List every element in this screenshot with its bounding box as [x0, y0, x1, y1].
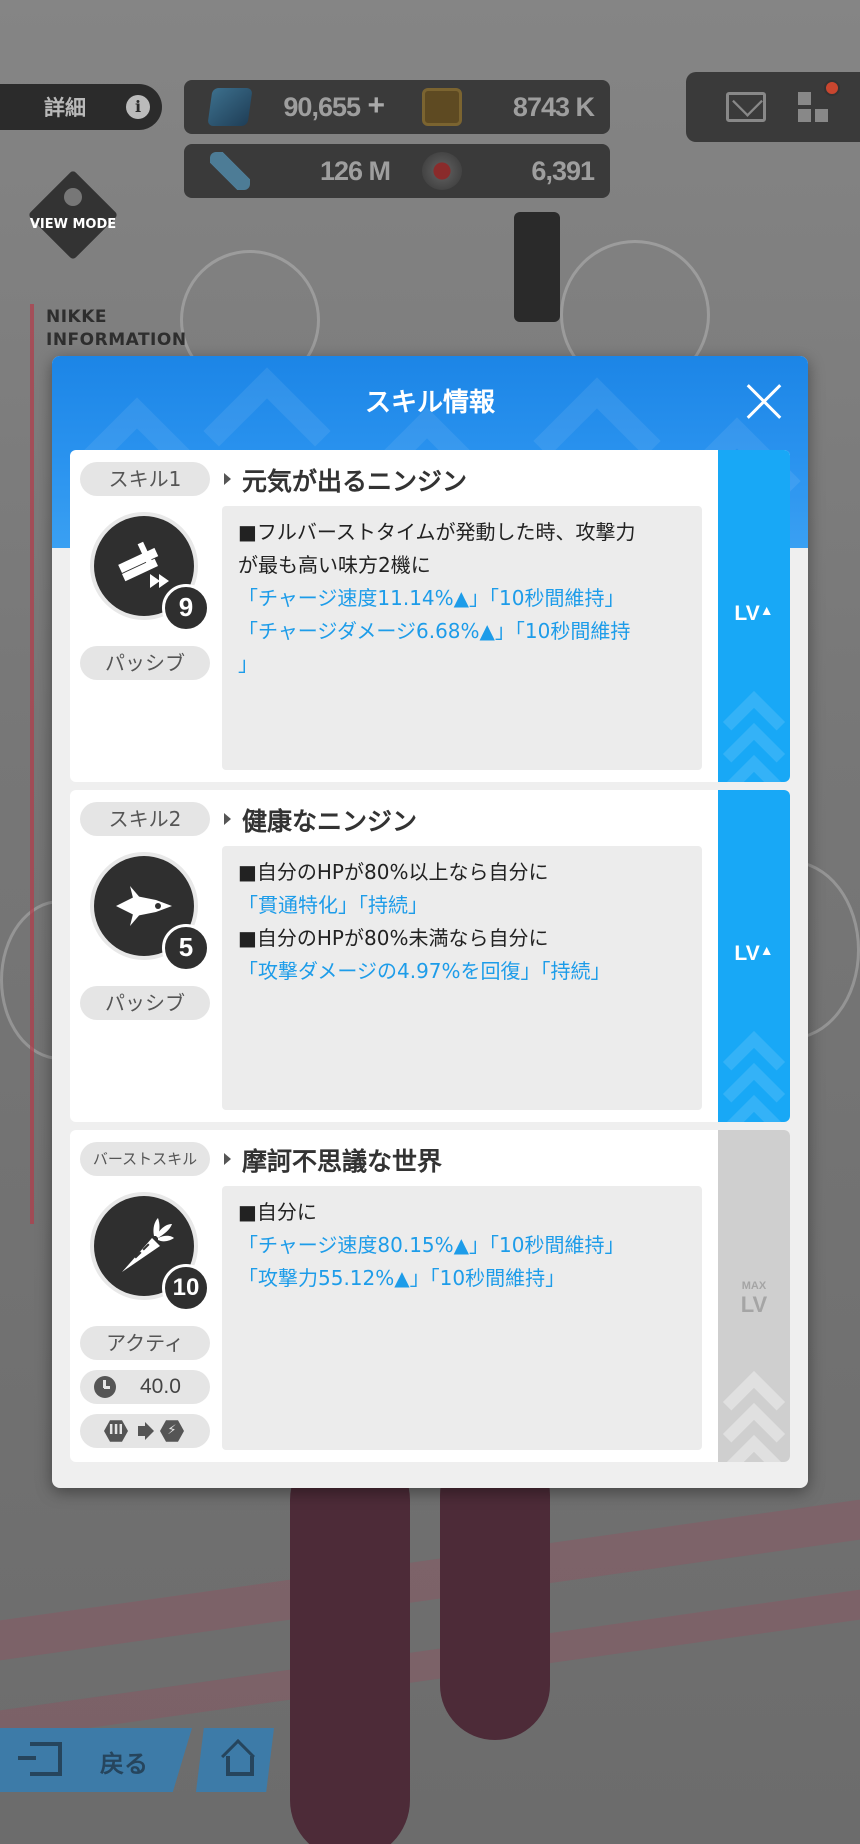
battle-data-icon: [210, 152, 250, 190]
cooldown-pill: 40.0: [80, 1370, 210, 1404]
skill-description: ■フルバーストタイムが発動した時、攻撃力 が最も高い味方2機に 「チャージ速度1…: [222, 506, 702, 770]
home-button[interactable]: [196, 1728, 274, 1792]
skill-icon-frame: 10: [90, 1192, 210, 1312]
resource-bar-bottom: 126 M 6,391: [184, 144, 610, 198]
skill-level-badge: 5: [162, 924, 210, 972]
desc-line-highlight: 「攻撃ダメージの4.97%を回復」「持続」: [238, 959, 611, 983]
desc-line: ■フルバーストタイムが発動した時、攻撃力: [238, 520, 636, 544]
skill-card-1: スキル1 元気が出るニンジン 9 パッシブ ■フルバーストタイムが発動した時、攻…: [70, 450, 790, 782]
modal-title: スキル情報: [364, 388, 495, 418]
detail-label: 詳細: [44, 96, 86, 120]
view-mode-label: VIEW MODE: [29, 217, 117, 232]
skill-tag: バーストスキル: [80, 1142, 210, 1176]
view-mode-button[interactable]: VIEW MODE: [27, 169, 119, 261]
skill-level-badge: 9: [162, 584, 210, 632]
desc-line-highlight: 「チャージ速度80.15%▲」「10秒間維持」: [238, 1233, 625, 1257]
close-icon[interactable]: [744, 382, 784, 422]
arrow-right-icon: [138, 1422, 154, 1440]
back-button[interactable]: 戻る: [0, 1728, 192, 1792]
burst-stage-pill: III ⚡: [80, 1414, 210, 1448]
gem-value: 90,655: [283, 92, 361, 122]
desc-line-highlight: 「貫通特化」「持続」: [238, 893, 428, 917]
arrow-up-icon: ▲: [759, 602, 774, 618]
max-level-label: LV: [740, 1292, 768, 1317]
credit-card-icon: [422, 88, 462, 126]
core-dust-value: 6,391: [531, 156, 595, 186]
level-up-label: LV▲: [734, 942, 774, 965]
skill-description: ■自分のHPが80%以上なら自分に 「貫通特化」「持続」 ■自分のHPが80%未…: [222, 846, 702, 1110]
skill-name: 摩訶不思議な世界: [242, 1147, 443, 1176]
caret-right-icon: [224, 813, 231, 825]
max-label: MAX: [741, 1280, 767, 1292]
credit-resource[interactable]: 8743 K: [422, 88, 602, 126]
notification-dot: [824, 80, 840, 96]
max-level-indicator: MAX LV: [718, 1130, 790, 1462]
desc-line-highlight: 「チャージ速度11.14%▲」「10秒間維持」: [238, 586, 625, 610]
desc-line: ■自分のHPが80%以上なら自分に: [238, 860, 549, 884]
skill-type: パッシブ: [80, 646, 210, 680]
level-up-label: LV▲: [734, 602, 774, 625]
skill-tag: スキル1: [80, 462, 210, 496]
skill-card-burst: バーストスキル 摩訶不思議な世界 10 アクティ 40.0 III ⚡ ■自分に…: [70, 1130, 790, 1462]
caret-right-icon: [224, 473, 231, 485]
battle-data-value: 126 M: [319, 156, 391, 186]
desc-line: ■自分のHPが80%未満なら自分に: [238, 926, 549, 950]
desc-line-highlight: 「攻撃力55.12%▲」「10秒間維持」: [238, 1266, 566, 1290]
level-up-button[interactable]: LV▲: [718, 790, 790, 1122]
detail-button[interactable]: 詳細 i: [0, 84, 162, 130]
lightning-icon: ⚡: [160, 1420, 184, 1442]
gem-plus-icon[interactable]: +: [360, 89, 385, 123]
core-dust-resource[interactable]: 6,391: [422, 152, 602, 190]
skill-icon-frame: 9: [90, 512, 210, 632]
home-icon: [220, 1744, 254, 1776]
skill-type: アクティ: [80, 1326, 210, 1360]
menu-grid-icon[interactable]: [798, 92, 830, 124]
person-icon: [64, 188, 82, 206]
desc-line: が最も高い味方2機に: [238, 553, 431, 577]
skill-type: パッシブ: [80, 986, 210, 1020]
skill-description: ■自分に 「チャージ速度80.15%▲」「10秒間維持」 「攻撃力55.12%▲…: [222, 1186, 702, 1450]
skill-tag: スキル2: [80, 802, 210, 836]
info-icon[interactable]: i: [126, 95, 150, 119]
gem-resource[interactable]: 90,655 +: [207, 88, 390, 126]
caret-right-icon: [224, 1153, 231, 1165]
battle-data-resource[interactable]: 126 M: [210, 152, 391, 190]
desc-line-highlight: 」: [238, 652, 258, 676]
gem-icon: [207, 88, 253, 126]
skill-level-badge: 10: [162, 1264, 210, 1312]
cooldown-value: 40.0: [140, 1375, 181, 1398]
credit-value: 8743 K: [512, 92, 595, 122]
exit-icon: [18, 1742, 62, 1776]
skill-info-modal: スキル情報 スキル1 元気が出るニンジン 9 パッシブ ■フルバーストタイムが発…: [52, 356, 808, 1488]
clock-icon: [94, 1376, 116, 1398]
burst-stage-icon: III: [104, 1420, 128, 1442]
desc-line: ■自分に: [238, 1200, 317, 1224]
nikke-information-label: NIKKE INFORMATION: [46, 307, 187, 350]
skill-card-2: スキル2 健康なニンジン 5 パッシブ ■自分のHPが80%以上なら自分に 「貫…: [70, 790, 790, 1122]
back-label: 戻る: [100, 1750, 148, 1778]
skill-icon-frame: 5: [90, 852, 210, 972]
level-up-button[interactable]: LV▲: [718, 450, 790, 782]
desc-line-highlight: 「チャージダメージ6.68%▲」「10秒間維持: [238, 619, 631, 643]
arrow-up-icon: ▲: [759, 942, 774, 958]
core-dust-icon: [422, 152, 462, 190]
skill-name: 元気が出るニンジン: [242, 467, 468, 496]
resource-bar-top: 90,655 + 8743 K: [184, 80, 610, 134]
mail-icon[interactable]: [726, 92, 766, 122]
skill-name: 健康なニンジン: [242, 807, 418, 836]
